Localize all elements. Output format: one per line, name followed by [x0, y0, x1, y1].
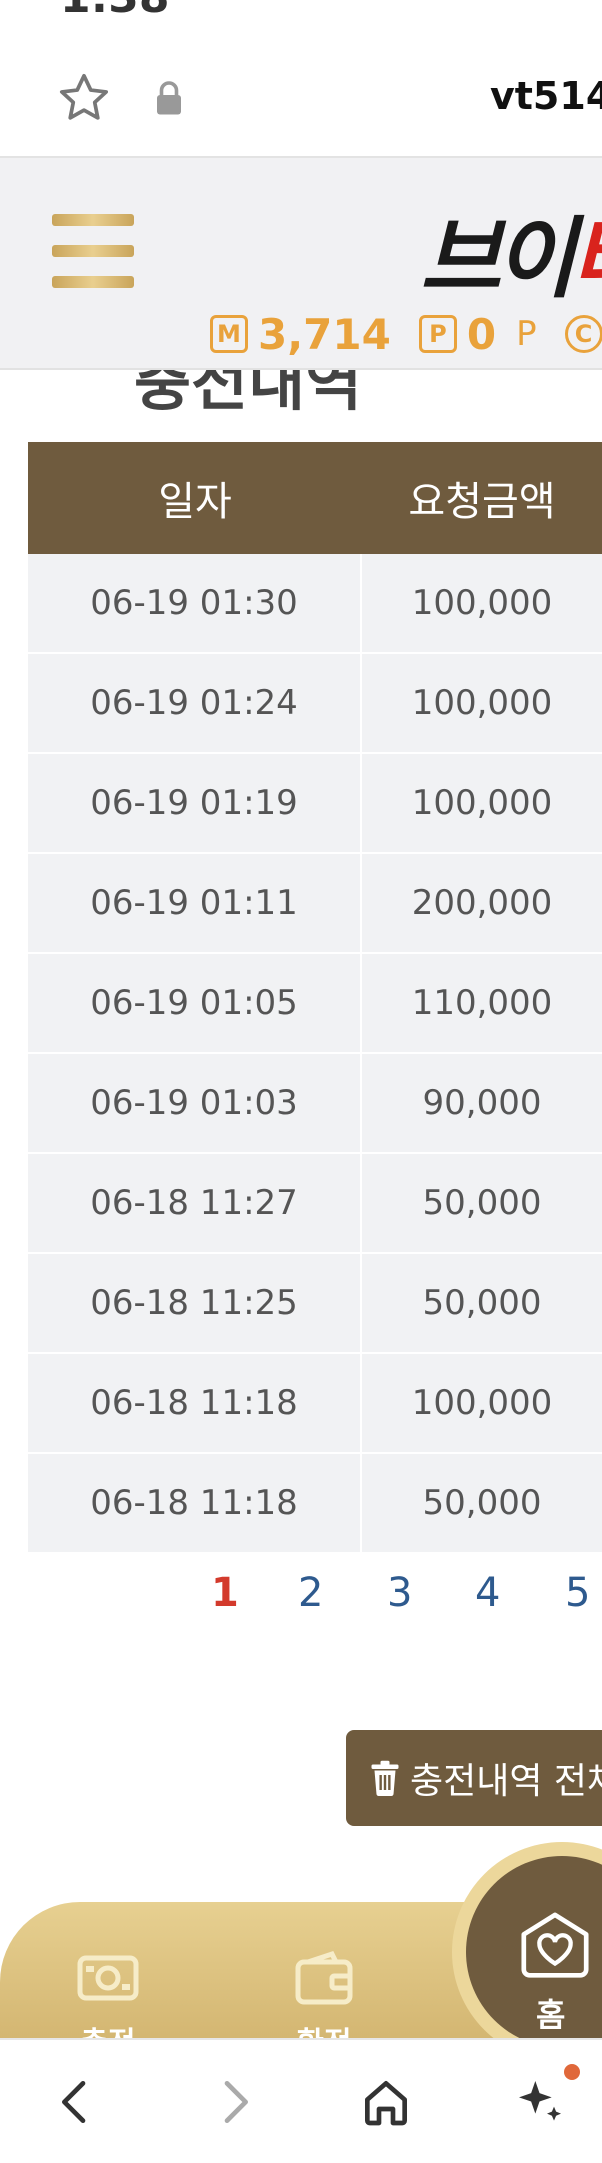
cell-amount: 100,000 — [411, 1383, 553, 1423]
point-unit: P — [516, 314, 537, 354]
cell-amount: 110,000 — [411, 983, 553, 1023]
back-icon[interactable] — [48, 2074, 104, 2130]
star-icon[interactable] — [56, 70, 112, 126]
hamburger-menu-icon[interactable] — [52, 214, 134, 288]
home-icon[interactable] — [358, 2074, 414, 2130]
cell-amount: 50,000 — [422, 1483, 542, 1523]
cell-amount: 90,000 — [422, 1083, 542, 1123]
cell-date: 06-19 01:30 — [28, 554, 362, 652]
cell-date: 06-19 01:05 — [28, 954, 362, 1052]
cell-amount: 100,000 — [411, 583, 553, 623]
nav-label-charge: 충전 — [48, 2018, 168, 2038]
forward-icon[interactable] — [206, 2074, 262, 2130]
page-link-5[interactable]: 5 — [565, 1570, 590, 1616]
cell-date: 06-18 11:25 — [28, 1254, 362, 1352]
table-row: 06-19 01:24 100,000 — [28, 654, 602, 754]
point-badge-icon: P — [418, 315, 457, 353]
logo-text-black: 브이 — [420, 207, 576, 310]
balance-bar: M 3,714 P 0 P C 1 — [210, 308, 602, 360]
cell-date: 06-18 11:18 — [28, 1454, 362, 1552]
trash-icon — [371, 1760, 399, 1796]
money-icon — [77, 1955, 139, 2001]
nav-label-exchange: 환전 — [264, 2018, 384, 2038]
table-row: 06-19 01:11 200,000 — [28, 854, 602, 954]
sparkle-icon[interactable] — [512, 2074, 568, 2130]
header-date: 일자 — [158, 479, 232, 525]
site-header: 브이티 M 3,714 P 0 P C 1 — [0, 158, 602, 370]
status-time: 1:38 — [60, 0, 169, 23]
browser-url-bar: vt514.c — [0, 30, 602, 158]
page: 1:38 vt514.c 충전내역 브이티 M 3,714 P 0 P C 1 — [0, 0, 602, 2163]
header-amount: 요청금액 — [408, 479, 556, 525]
notification-dot — [564, 2064, 580, 2080]
page-link-1[interactable]: 1 — [211, 1570, 239, 1616]
cell-date: 06-19 01:11 — [28, 854, 362, 952]
charge-history-table: 일자 요청금액 06-19 01:30 100,000 06-19 01:24 … — [28, 442, 602, 1554]
cell-date: 06-19 01:24 — [28, 654, 362, 752]
table-row: 06-18 11:18 100,000 — [28, 1354, 602, 1454]
home-button[interactable]: 홈 — [452, 1842, 602, 2038]
cell-amount: 100,000 — [411, 783, 553, 823]
delete-all-history-button[interactable]: 충전내역 전체 — [346, 1730, 602, 1826]
table-row: 06-19 01:03 90,000 — [28, 1054, 602, 1154]
table-header-row: 일자 요청금액 — [28, 442, 602, 554]
home-heart-icon — [521, 1912, 589, 1978]
cell-amount: 100,000 — [411, 683, 553, 723]
cell-date: 06-18 11:18 — [28, 1354, 362, 1452]
cell-amount: 50,000 — [422, 1283, 542, 1323]
pagination: 1 2 3 4 5 — [0, 1570, 602, 1630]
nav-item-charge[interactable]: 충전 — [48, 1950, 168, 2038]
table-row: 06-19 01:30 100,000 — [28, 554, 602, 654]
nav-item-exchange[interactable]: 환전 — [264, 1950, 384, 2038]
status-bar: 1:38 — [0, 0, 602, 30]
money-balance: 3,714 — [258, 309, 391, 359]
page-link-2[interactable]: 2 — [298, 1570, 323, 1616]
cell-date: 06-19 01:19 — [28, 754, 362, 852]
site-logo[interactable]: 브이티 — [420, 188, 602, 315]
url-text[interactable]: vt514.c — [490, 74, 602, 118]
bottom-app-nav: 충전 환전 홈 — [0, 1842, 602, 2038]
table-row: 06-18 11:25 50,000 — [28, 1254, 602, 1354]
point-balance: 0 — [466, 309, 497, 359]
cell-amount: 50,000 — [422, 1183, 542, 1223]
table-row: 06-19 01:19 100,000 — [28, 754, 602, 854]
money-badge-icon: M — [210, 315, 248, 353]
table-row: 06-18 11:18 50,000 — [28, 1454, 602, 1554]
wallet-icon — [295, 1950, 353, 2005]
cell-amount: 200,000 — [411, 883, 553, 923]
cell-date: 06-18 11:27 — [28, 1154, 362, 1252]
coin-badge-icon: C — [564, 315, 602, 353]
delete-all-label: 충전내역 전체 — [410, 1761, 602, 1802]
home-label: 홈 — [536, 1996, 566, 2034]
page-link-3[interactable]: 3 — [387, 1570, 412, 1616]
cell-date: 06-19 01:03 — [28, 1054, 362, 1152]
table-row: 06-19 01:05 110,000 — [28, 954, 602, 1054]
lock-icon — [157, 81, 181, 115]
table-row: 06-18 11:27 50,000 — [28, 1154, 602, 1254]
logo-text-red: 티 — [570, 207, 602, 310]
browser-toolbar — [0, 2038, 602, 2163]
page-link-4[interactable]: 4 — [475, 1570, 500, 1616]
